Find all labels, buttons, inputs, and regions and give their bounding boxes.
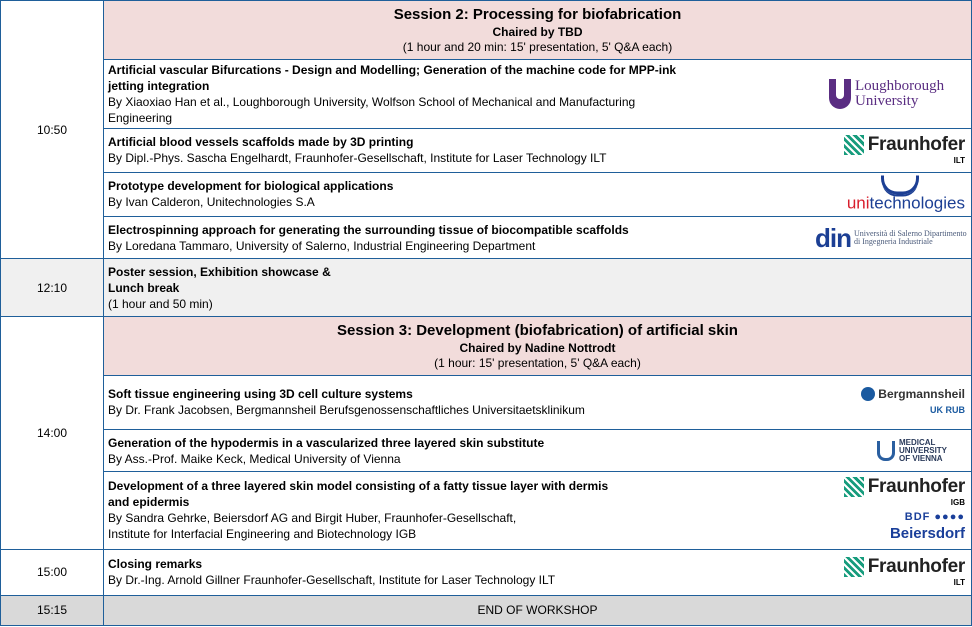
fraunhofer-ilt-logo: Fraunhofer ILT xyxy=(843,556,966,588)
unitechnologies-logo: unitechnologies xyxy=(846,175,965,213)
bergmannsheil-icon xyxy=(861,387,876,402)
session-chair: Chaired by TBD xyxy=(492,25,583,40)
talk-row: Soft tissue engineering using 3D cell cu… xyxy=(103,374,972,430)
talk-title: Soft tissue engineering using 3D cell cu… xyxy=(108,387,413,402)
time-cell: 15:15 xyxy=(0,594,104,627)
session-header: Session 2: Processing for biofabrication… xyxy=(103,0,972,61)
break-title-line1: Poster session, Exhibition showcase & xyxy=(108,264,331,279)
talk-row: Artificial blood vessels scaffolds made … xyxy=(103,127,972,173)
fraunhofer-icon xyxy=(843,477,864,498)
time-cell: 14:00 xyxy=(0,316,104,550)
fraunhofer-icon xyxy=(843,557,864,578)
talk-row: Artificial vascular Bifurcations - Desig… xyxy=(103,59,972,129)
session-duration: (1 hour: 15' presentation, 5' Q&A each) xyxy=(434,356,641,371)
fraunhofer-icon xyxy=(843,135,864,156)
salerno-din-logo: din Università di Salerno Dipartimento d… xyxy=(815,222,969,253)
session-chair: Chaired by Nadine Nottrodt xyxy=(459,341,616,356)
unitechnologies-logo-text-technologies: technologies xyxy=(869,193,965,213)
session-duration: (1 hour and 20 min: 15' presentation, 5'… xyxy=(402,40,673,55)
session-title: Session 2: Processing for biofabrication xyxy=(393,6,682,24)
loughborough-shield-icon xyxy=(829,78,851,109)
time-cell: 15:00 xyxy=(0,548,104,596)
closing-author: By Dr.-Ing. Arnold Gillner Fraunhofer-Ge… xyxy=(108,573,556,588)
bergmannsheil-logo-text: Bergmannsheil xyxy=(878,387,965,402)
talk-row: Closing remarks By Dr.-Ing. Arnold Gilln… xyxy=(103,548,972,596)
time-cell: 10:50 xyxy=(0,0,104,260)
muv-icon xyxy=(877,440,895,461)
rub-logo-text: UK RUB xyxy=(930,405,965,416)
loughborough-logo: Loughborough University xyxy=(829,77,965,109)
break-row: Poster session, Exhibition showcase & Lu… xyxy=(103,258,972,318)
talk-title: Generation of the hypodermis in a vascul… xyxy=(108,435,545,450)
talk-author: By Loredana Tammaro, University of Saler… xyxy=(108,238,536,253)
talk-author: By Xiaoxiao Han et al., Loughborough Uni… xyxy=(108,94,636,125)
fraunhofer-institute-label: ILT xyxy=(953,578,965,588)
bdf-logo-text: BDF ●●●● xyxy=(904,511,965,524)
break-title-line2: Lunch break xyxy=(108,280,180,295)
talk-row: Development of a three layered skin mode… xyxy=(103,471,972,550)
talk-author: By Sandra Gehrke, Beiersdorf AG and Birg… xyxy=(108,511,517,526)
talk-title: Development of a three layered skin mode… xyxy=(108,479,609,510)
fraunhofer-logo-text: Fraunhofer xyxy=(867,476,966,498)
time-cell: 12:10 xyxy=(0,258,104,318)
break-duration: (1 hour and 50 min) xyxy=(108,296,213,311)
talk-row: Generation of the hypodermis in a vascul… xyxy=(103,428,972,473)
session-title: Session 3: Development (biofabrication) … xyxy=(337,322,738,340)
end-of-workshop-label: END OF WORKSHOP xyxy=(103,594,972,627)
muv-logo-text: MEDICAL UNIVERSITY OF VIENNA xyxy=(899,437,947,463)
din-logo-mark: din xyxy=(815,222,852,253)
beiersdorf-logo-text: Beiersdorf xyxy=(889,525,965,543)
talk-row: Electrospinning approach for generating … xyxy=(103,215,972,260)
talk-author-line2: Institute for Interfacial Engineering an… xyxy=(108,527,417,542)
fraunhofer-logo-text: Fraunhofer xyxy=(867,134,966,156)
talk-row: Prototype development for biological app… xyxy=(103,171,972,218)
unitechnologies-arcs-icon xyxy=(881,175,919,195)
fraunhofer-logo-text: Fraunhofer xyxy=(867,556,966,578)
fraunhofer-igb-beiersdorf-logos: Fraunhofer IGB BDF ●●●● Beiersdorf xyxy=(843,476,966,543)
unitechnologies-logo-text-uni: uni xyxy=(846,193,870,213)
medical-university-vienna-logo: MEDICAL UNIVERSITY OF VIENNA xyxy=(877,437,957,463)
talk-title: Electrospinning approach for generating … xyxy=(108,222,629,237)
loughborough-logo-text: Loughborough University xyxy=(855,77,945,109)
fraunhofer-institute-label: IGB xyxy=(950,498,965,508)
fraunhofer-ilt-logo: Fraunhofer ILT xyxy=(843,134,966,166)
talk-author: By Ivan Calderon, Unitechnologies S.A xyxy=(108,195,315,210)
talk-author: By Ass.-Prof. Maike Keck, Medical Univer… xyxy=(108,451,401,466)
salerno-logo-text: Università di Salerno Dipartimento di In… xyxy=(854,228,967,246)
bergmannsheil-logo: Bergmannsheil UK RUB xyxy=(861,386,965,418)
talk-title: Prototype development for biological app… xyxy=(108,179,394,194)
fraunhofer-institute-label: ILT xyxy=(953,156,965,166)
talk-author: By Dr. Frank Jacobsen, Bergmannsheil Ber… xyxy=(108,403,585,418)
talk-author: By Dipl.-Phys. Sascha Engelhardt, Fraunh… xyxy=(108,151,607,166)
session-header: Session 3: Development (biofabrication) … xyxy=(103,316,972,376)
closing-title: Closing remarks xyxy=(108,557,203,572)
talk-title: Artificial vascular Bifurcations - Desig… xyxy=(108,62,677,93)
workshop-schedule-table: 10:50 Session 2: Processing for biofabri… xyxy=(0,0,972,627)
talk-title: Artificial blood vessels scaffolds made … xyxy=(108,135,414,150)
